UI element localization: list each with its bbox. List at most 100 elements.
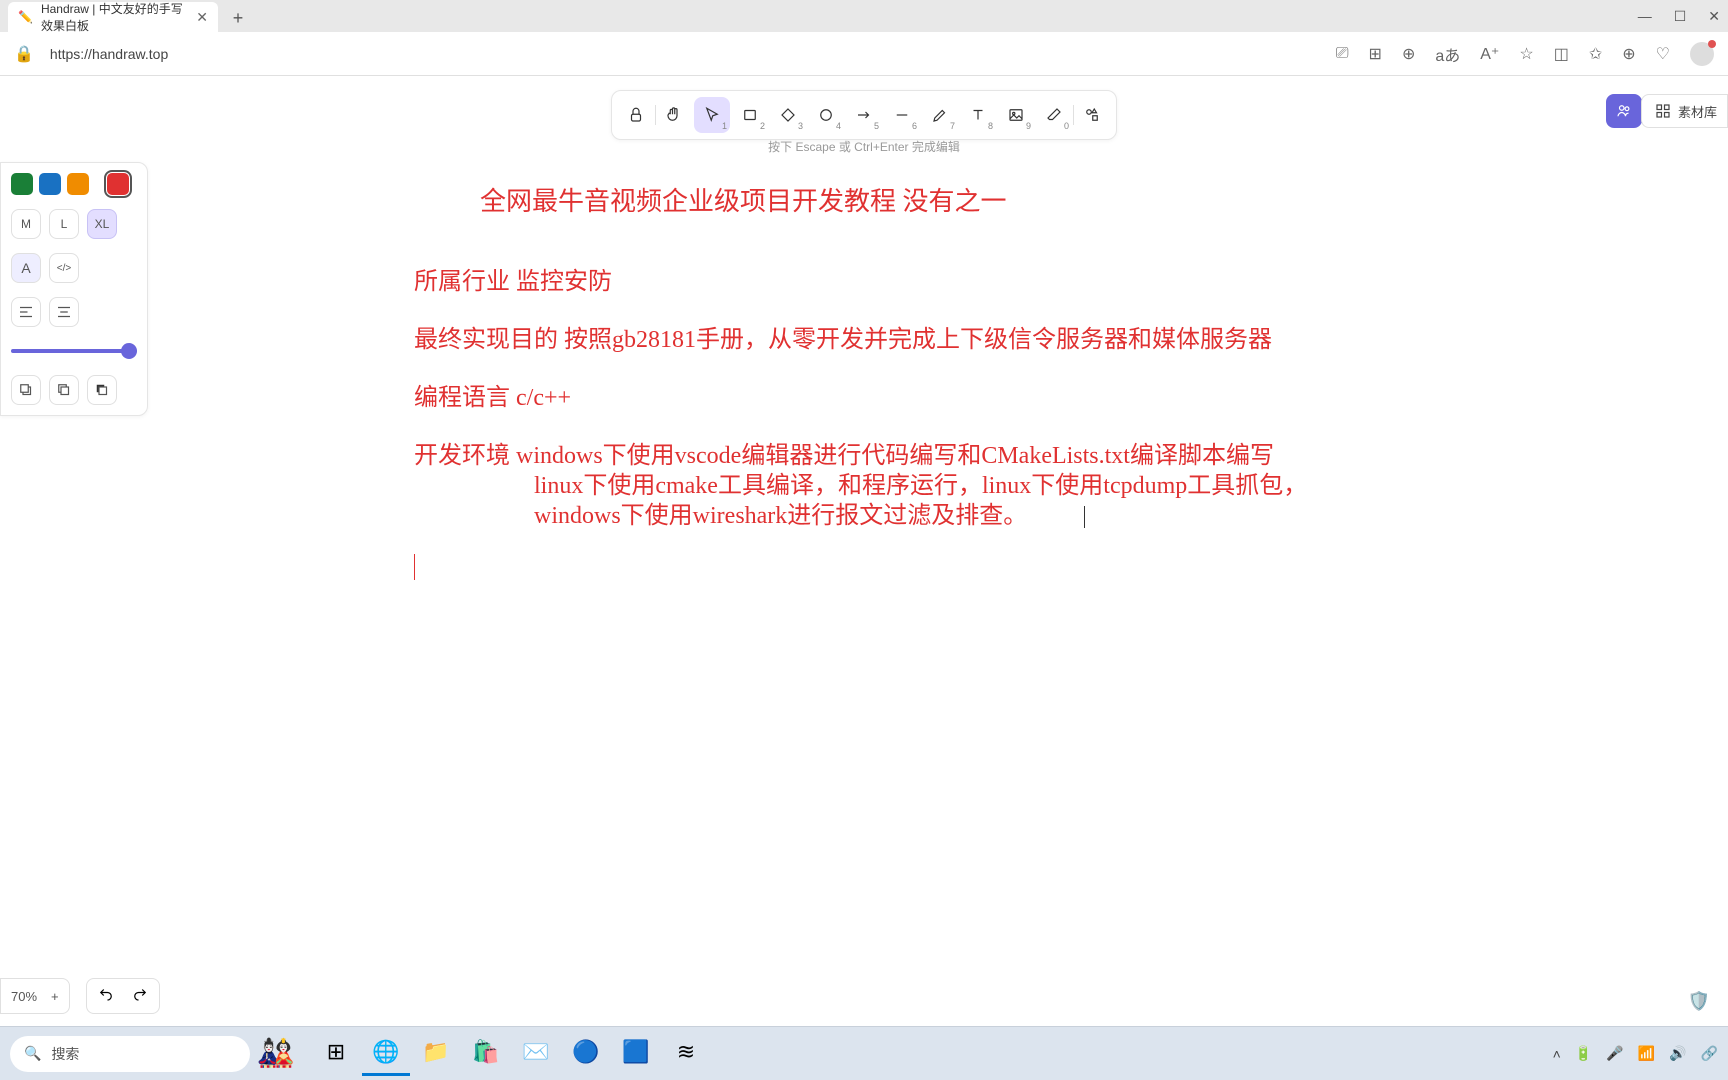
color-orange[interactable] <box>67 173 89 195</box>
mail-icon[interactable]: ✉️ <box>512 1032 560 1076</box>
size-xl[interactable]: XL <box>87 209 117 239</box>
shapes-tool[interactable] <box>1074 97 1110 133</box>
canvas-title[interactable]: 全网最牛音视频企业级项目开发教程 没有之一 <box>480 184 1007 220</box>
window-maximize-button[interactable]: ☐ <box>1674 8 1687 25</box>
search-icon: 🔍 <box>24 1045 41 1062</box>
canvas-line-industry[interactable]: 所属行业 监控安防 <box>414 266 612 300</box>
color-green[interactable] <box>11 173 33 195</box>
draw-tool[interactable]: 7 <box>922 97 958 133</box>
battery-icon[interactable]: 🔋 <box>1575 1045 1592 1062</box>
collections-icon[interactable]: ⊕ <box>1622 44 1635 64</box>
hand-tool[interactable] <box>656 97 692 133</box>
line-tool[interactable]: 6 <box>884 97 920 133</box>
main-toolbar: 1 2 3 4 5 6 7 8 9 0 <box>611 90 1117 140</box>
font-handwriting[interactable]: A <box>11 253 41 283</box>
undo-button[interactable] <box>97 985 115 1008</box>
properties-panel: M L XL A </> <box>0 162 148 416</box>
rectangle-tool[interactable]: 2 <box>732 97 768 133</box>
color-red[interactable] <box>107 173 129 195</box>
tab-favicon: ✏️ <box>18 10 33 24</box>
wifi-icon[interactable]: 📶 <box>1638 1045 1655 1062</box>
new-tab-button[interactable]: + <box>224 4 252 32</box>
windows-taskbar: 🔍 搜索 🎎 ⊞ 🌐 📁 🛍️ ✉️ 🔵 🟦 ≋ ˄ 🔋 🎤 📶 🔊 🔗 <box>0 1026 1728 1080</box>
editing-caret-icon <box>414 554 415 580</box>
font-size-row: M L XL <box>11 209 137 239</box>
window-close-button[interactable]: ✕ <box>1708 8 1720 25</box>
zoom-in-button[interactable]: + <box>51 989 59 1004</box>
align-left[interactable] <box>11 297 41 327</box>
undo-redo-controls <box>86 978 160 1014</box>
edge-icon[interactable]: 🌐 <box>362 1032 410 1076</box>
arrow-tool[interactable]: 5 <box>846 97 882 133</box>
eraser-tool[interactable]: 0 <box>1036 97 1072 133</box>
extensions-icon[interactable]: ⊕ <box>1402 44 1415 64</box>
color-blue[interactable] <box>39 173 61 195</box>
select-tool[interactable]: 1 <box>694 97 730 133</box>
layer-backward[interactable] <box>49 375 79 405</box>
close-tab-icon[interactable]: ✕ <box>196 9 208 26</box>
canvas-line-env-b[interactable]: linux下使用cmake工具编译，和程序运行，linux下使用tcpdump工… <box>534 470 1374 504</box>
sidebar-icon[interactable]: ◫ <box>1554 44 1569 64</box>
desktop-icon[interactable]: ⎚ <box>1336 45 1349 63</box>
system-tray: ˄ 🔋 🎤 📶 🔊 🔗 <box>1553 1045 1718 1062</box>
favorites-bar-icon[interactable]: ✩ <box>1589 44 1602 64</box>
collaborate-button[interactable] <box>1606 94 1642 128</box>
canvas-line-goal[interactable]: 最终实现目的 按照gb28181手册，从零开发并完成上下级信令服务器和媒体服务器 <box>414 324 1364 358</box>
font-family-row: A </> <box>11 253 137 283</box>
taskbar-search[interactable]: 🔍 搜索 <box>10 1036 250 1072</box>
lock-tool[interactable] <box>618 97 654 133</box>
volume-icon[interactable]: 🔊 <box>1669 1045 1686 1062</box>
browser-icon[interactable]: 🔵 <box>562 1032 610 1076</box>
align-center[interactable] <box>49 297 79 327</box>
mic-icon[interactable]: 🎤 <box>1606 1045 1623 1062</box>
opacity-slider[interactable] <box>11 341 137 361</box>
read-aloud-icon[interactable]: A⁺ <box>1480 44 1499 64</box>
store-icon[interactable]: 🛍️ <box>462 1032 510 1076</box>
favorite-icon[interactable]: ☆ <box>1519 44 1533 64</box>
layer-forward[interactable] <box>87 375 117 405</box>
edit-hint: 按下 Escape 或 Ctrl+Enter 完成编辑 <box>768 138 960 155</box>
search-placeholder: 搜索 <box>51 1044 79 1064</box>
task-view-icon[interactable]: ⊞ <box>312 1032 360 1076</box>
zoom-controls: 70% + <box>0 978 70 1014</box>
site-info-icon[interactable]: 🔒 <box>14 44 34 64</box>
window-minimize-button[interactable]: — <box>1638 8 1652 24</box>
browser-tab-bar: ✏️ Handraw | 中文友好的手写效果白板 ✕ + — ☐ ✕ <box>0 0 1728 32</box>
vscode-icon[interactable]: ≋ <box>662 1032 710 1076</box>
layer-back[interactable] <box>11 375 41 405</box>
browser-tab[interactable]: ✏️ Handraw | 中文友好的手写效果白板 ✕ <box>8 2 218 32</box>
translate-icon[interactable]: aあ <box>1435 42 1460 66</box>
canvas-line-env-a[interactable]: 开发环境 windows下使用vscode编辑器进行代码编写和CMakeList… <box>414 440 1374 474</box>
diamond-tool[interactable]: 3 <box>770 97 806 133</box>
explorer-icon[interactable]: 📁 <box>412 1032 460 1076</box>
apps-icon[interactable]: ⊞ <box>1369 44 1382 64</box>
address-bar: 🔒 https://handraw.top ⎚ ⊞ ⊕ aあ A⁺ ☆ ◫ ✩ … <box>0 32 1728 76</box>
profile-avatar[interactable] <box>1690 42 1714 66</box>
canvas-line-env-c[interactable]: windows下使用wireshark进行报文过滤及排查。 <box>534 500 1027 534</box>
performance-icon[interactable]: ♡ <box>1656 44 1670 64</box>
url-field[interactable]: https://handraw.top <box>46 46 1324 62</box>
image-tool[interactable]: 9 <box>998 97 1034 133</box>
redo-button[interactable] <box>131 985 149 1008</box>
library-label: 素材库 <box>1678 102 1717 121</box>
tab-title: Handraw | 中文友好的手写效果白板 <box>41 0 188 34</box>
shield-icon[interactable]: 🛡️ <box>1688 991 1710 1012</box>
text-caret-icon <box>1084 506 1085 528</box>
ellipse-tool[interactable]: 4 <box>808 97 844 133</box>
tray-chevron-icon[interactable]: ˄ <box>1553 1046 1561 1062</box>
align-row <box>11 297 137 327</box>
library-button[interactable]: 素材库 <box>1641 94 1728 128</box>
size-m[interactable]: M <box>11 209 41 239</box>
zoom-value[interactable]: 70% <box>11 989 37 1004</box>
taskbar-widget-icon[interactable]: 🎎 <box>256 1034 296 1074</box>
stroke-color-row <box>11 173 137 195</box>
size-l[interactable]: L <box>49 209 79 239</box>
link-icon[interactable]: 🔗 <box>1701 1045 1718 1062</box>
handraw-app: 1 2 3 4 5 6 7 8 9 0 素材库 按下 Escape 或 Ctrl… <box>0 76 1728 1026</box>
text-tool[interactable]: 8 <box>960 97 996 133</box>
taskbar-apps: ⊞ 🌐 📁 🛍️ ✉️ 🔵 🟦 ≋ <box>312 1032 710 1076</box>
canvas-line-language[interactable]: 编程语言 c/c++ <box>414 382 571 416</box>
app1-icon[interactable]: 🟦 <box>612 1032 660 1076</box>
layer-row <box>11 375 137 405</box>
font-code[interactable]: </> <box>49 253 79 283</box>
